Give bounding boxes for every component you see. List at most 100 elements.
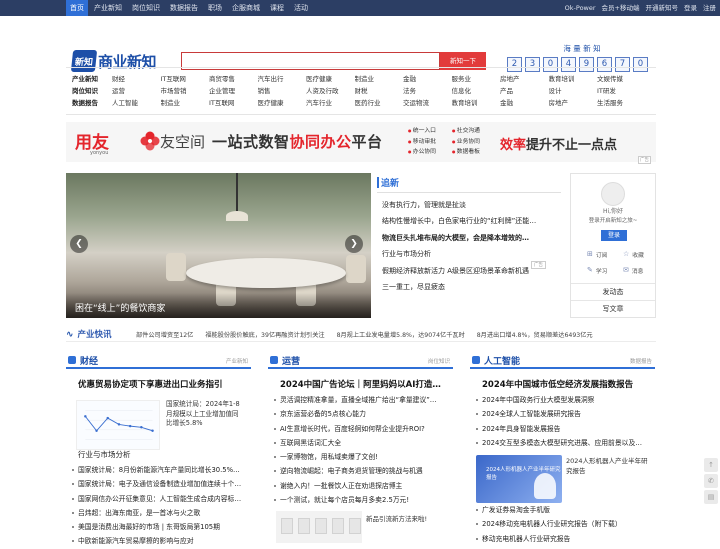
category-link[interactable]: 人工智能	[112, 97, 161, 109]
hero-slider[interactable]: ❮ ❯ 困在“线上”的餐饮商家	[66, 173, 371, 318]
feedback-icon[interactable]: ▤	[704, 490, 718, 504]
ai-more-link[interactable]: 数据报告	[630, 357, 652, 365]
category-head[interactable]: 岗位知识	[72, 85, 112, 97]
list-item[interactable]: 2024交互型多模态大模型研究进展、应用前景以及…	[470, 436, 655, 450]
avatar[interactable]	[601, 182, 625, 206]
open-account-link[interactable]: 开通新知号	[646, 0, 679, 16]
category-link[interactable]: 教育培训	[549, 73, 598, 85]
nav-courses[interactable]: 课程	[266, 0, 288, 16]
category-link[interactable]: 财经	[112, 73, 161, 85]
nav-home[interactable]: 首页	[66, 0, 88, 16]
member-mobile-link[interactable]: 会员+移动端	[602, 0, 640, 16]
ops-more-link[interactable]: 岗位知识	[428, 357, 450, 365]
ai-cover-caption[interactable]: 2024人形机器人产业半年研究报告	[566, 457, 652, 476]
list-item[interactable]: 2024年具身智能发展报告	[470, 422, 655, 436]
list-item[interactable]: 2024年中国政务行业大模型发展洞察	[470, 393, 655, 407]
list-item[interactable]: 美国是消费出海最好的市场 | 东哥饭局第105期	[66, 520, 251, 534]
category-link[interactable]: 制造业	[161, 97, 210, 109]
category-link[interactable]: 医疗健康	[258, 97, 307, 109]
category-link[interactable]: 交运物流	[403, 97, 452, 109]
latest-item[interactable]: 没有执行力，管理就是扯淡	[377, 197, 561, 213]
latest-item[interactable]: 结构性慢增长中，白色家电行业的“红利牌”还能…	[377, 213, 561, 229]
list-item[interactable]: 中欧新能源汽车贸易摩擦的影响与应对	[66, 534, 251, 548]
latest-item[interactable]: 物流巨头扎堆布局的大模型，会是降本增效的…	[377, 230, 561, 246]
list-item[interactable]: 一家博物馆，用私域卖爆了文创!	[268, 450, 453, 464]
list-item[interactable]: AI生意增长时代，百度轻舸如何帮企业提升ROI?	[268, 422, 453, 436]
category-link[interactable]: 金融	[500, 97, 549, 109]
category-link[interactable]: 汽车行业	[306, 97, 355, 109]
finance-thumb-chart[interactable]	[76, 400, 160, 450]
category-link[interactable]: 企业管理	[209, 85, 258, 97]
category-link[interactable]: 医药行业	[355, 97, 404, 109]
category-head[interactable]: 产业新知	[72, 73, 112, 85]
list-item[interactable]: 逆向物流崛起：电子商务退货管理的挑战与机遇	[268, 464, 453, 478]
category-link[interactable]: 信息化	[452, 85, 501, 97]
category-link[interactable]: 人资及行政	[306, 85, 355, 97]
category-link[interactable]: 运营	[112, 85, 161, 97]
contact-icon[interactable]: ✆	[704, 474, 718, 488]
ops-title[interactable]: 运营	[282, 354, 300, 367]
finance-more-link[interactable]: 产业新知	[226, 357, 248, 365]
favorites-shortcut[interactable]: ☆ 收藏	[613, 246, 649, 262]
finance-lead[interactable]: 优惠贸易协定项下享惠进出口业务指引	[78, 378, 251, 390]
ticker-item[interactable]: 8月进出口增4.8%，贸易顺差达6493亿元	[477, 332, 593, 339]
nav-industry[interactable]: 产业新知	[90, 0, 126, 16]
ops-lead[interactable]: 2024中国广告论坛｜阿里妈妈以AI打造…	[280, 378, 453, 390]
list-item[interactable]: 移动充电机器人行业研究报告	[470, 532, 655, 546]
category-link[interactable]: 房地产	[549, 97, 598, 109]
category-link[interactable]: IT研发	[597, 85, 646, 97]
nav-job-knowledge[interactable]: 岗位知识	[128, 0, 164, 16]
login-link[interactable]: 登录	[684, 0, 697, 16]
login-button[interactable]: 登录	[601, 230, 627, 241]
list-item[interactable]: 国家统计局：8月份新能源汽车产量同比增长30.5%…	[66, 463, 251, 477]
subscribe-shortcut[interactable]: ⊞ 订阅	[577, 246, 613, 262]
category-link[interactable]: 设计	[549, 85, 598, 97]
ai-lead[interactable]: 2024年中国城市低空经济发展指数报告	[482, 378, 655, 390]
category-head[interactable]: 数据报告	[72, 97, 112, 109]
ticker-item[interactable]: 8月规上工业发电量增5.8%，达9074亿千瓦时	[337, 332, 465, 339]
nav-workplace[interactable]: 职场	[204, 0, 226, 16]
study-shortcut[interactable]: ✎ 学习	[577, 262, 613, 278]
ai-report-cover[interactable]: 2024人形机器人产业半年研究报告	[476, 455, 562, 503]
category-link[interactable]: 市场营销	[161, 85, 210, 97]
ticker-item[interactable]: 福能股份股价触底，39亿再融资计划引关注	[205, 332, 324, 339]
post-update-button[interactable]: 发动态	[571, 283, 655, 300]
nav-events[interactable]: 活动	[290, 0, 312, 16]
finance-thumb-text[interactable]: 国家统计局：2024年1-8月规模以上工业增加值同比增长5.8%	[166, 400, 244, 429]
finance-subhead[interactable]: 行业与市场分析	[78, 449, 131, 460]
list-item[interactable]: 互联网黑话词汇大全	[268, 436, 453, 450]
list-item[interactable]: 一个测试，就让每个店员每月多卖2.5万元!	[268, 493, 453, 507]
list-item[interactable]: 2024移动充电机器人行业研究报告（附下载）	[470, 517, 655, 531]
nav-mall[interactable]: 企服商城	[228, 0, 264, 16]
list-item[interactable]: 2024全球人工智能发展研究报告	[470, 407, 655, 421]
category-link[interactable]: 产品	[500, 85, 549, 97]
category-link[interactable]: 文娱传媒	[597, 73, 646, 85]
nav-data-reports[interactable]: 数据报告	[166, 0, 202, 16]
slider-prev-arrow-icon[interactable]: ❮	[70, 235, 88, 253]
category-link[interactable]: 房地产	[500, 73, 549, 85]
back-to-top-icon[interactable]: ↑	[704, 458, 718, 472]
category-link[interactable]: 财税	[355, 85, 404, 97]
list-item[interactable]: 广发证券易淘金手机版	[470, 503, 655, 517]
category-link[interactable]: IT互联网	[209, 97, 258, 109]
category-link[interactable]: 金融	[403, 73, 452, 85]
category-link[interactable]: 生活服务	[597, 97, 646, 109]
category-link[interactable]: 制造业	[355, 73, 404, 85]
ops-thumb-text[interactable]: 新品引流新方法来啦!	[366, 513, 427, 523]
ai-title[interactable]: 人工智能	[484, 354, 520, 367]
write-article-button[interactable]: 写文章	[571, 300, 655, 317]
register-link[interactable]: 注册	[703, 0, 716, 16]
list-item[interactable]: 吕炜超：出海东南亚，是一首冰与火之歌	[66, 506, 251, 520]
category-link[interactable]: IT互联网	[161, 73, 210, 85]
site-logo[interactable]: 新知 商业新知	[70, 50, 157, 72]
slide-caption[interactable]: 困在“线上”的餐饮商家	[66, 293, 371, 318]
messages-shortcut[interactable]: ✉ 消息	[613, 262, 649, 278]
finance-title[interactable]: 财经	[80, 354, 98, 367]
list-item[interactable]: 灵活调控精准拿量，直播全域推广给出“拿量建议”…	[268, 393, 453, 407]
category-link[interactable]: 商贸零售	[209, 73, 258, 85]
ad-banner[interactable]: 用友 yonyou 友空间 一站式数智协同办公平台 统一入口社交沟通 移动审批业…	[66, 122, 656, 162]
category-link[interactable]: 服务业	[452, 73, 501, 85]
category-link[interactable]: 销售	[258, 85, 307, 97]
ticker-item[interactable]: 部件公司增资至12亿	[136, 332, 193, 339]
category-link[interactable]: 医疗健康	[306, 73, 355, 85]
